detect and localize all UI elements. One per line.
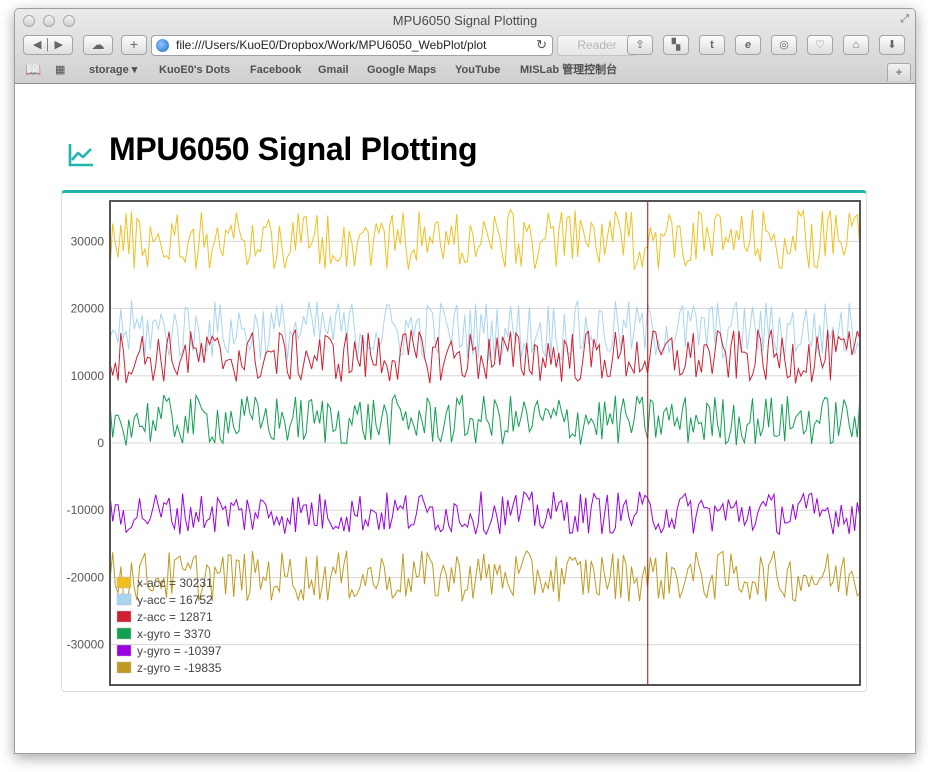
browser-toolbar: MPU6050 Signal Plotting ⤢ ◀ │ ▶ ☁ + file… xyxy=(15,9,915,84)
share-button[interactable]: ⇪ xyxy=(627,35,653,55)
series-line-z-gyro xyxy=(109,549,861,602)
back-arrow-icon[interactable]: ◀ xyxy=(33,39,41,51)
y-tick-label: 30000 xyxy=(71,234,105,248)
legend-swatch-x-gyro xyxy=(116,627,132,640)
bookmark-gmail[interactable]: Gmail xyxy=(318,61,349,79)
bookmark-google-maps[interactable]: Google Maps xyxy=(367,61,436,79)
reload-icon[interactable]: ↻ xyxy=(536,37,547,53)
y-tick-label: -10000 xyxy=(67,503,105,517)
bookmark-youtube[interactable]: YouTube xyxy=(455,61,500,79)
page-content: MPU6050 Signal Plotting 30000 20000 10000 0… xyxy=(15,84,915,753)
icloud-button[interactable]: ☁ xyxy=(83,35,113,55)
y-tick-label: 0 xyxy=(97,436,104,450)
bookmark-mislab[interactable]: MISLab 管理控制台 xyxy=(520,61,617,79)
extension-button-1[interactable]: ▚ xyxy=(663,35,689,55)
reader-button[interactable]: Reader xyxy=(557,35,637,56)
pocket-icon: ♡ xyxy=(815,39,825,51)
url-text[interactable]: file:///Users/KuoE0/Dropbox/Work/MPU6050… xyxy=(176,38,528,52)
y-tick-label: -30000 xyxy=(67,638,105,652)
legend-label-y-gyro: y-gyro = -10397 xyxy=(137,644,222,658)
reading-list-icon[interactable]: 📖 xyxy=(25,61,41,79)
bookmark-facebook[interactable]: Facebook xyxy=(250,61,301,79)
extension-button-5[interactable]: ♡ xyxy=(807,35,833,55)
legend-swatch-y-acc xyxy=(116,593,132,606)
bookmark-kuoe0-dots[interactable]: KuoE0's Dots xyxy=(159,61,230,79)
series-line-y-acc xyxy=(109,300,861,362)
line-chart-icon xyxy=(68,144,93,167)
legend-swatch-x-acc xyxy=(116,576,132,589)
address-bar[interactable]: file:///Users/KuoE0/Dropbox/Work/MPU6050… xyxy=(151,35,553,56)
top-sites-grid-icon[interactable]: ▦ xyxy=(55,61,65,79)
series-line-x-gyro xyxy=(109,393,861,446)
legend-swatch-z-acc xyxy=(116,610,132,623)
download-icon: ⬇ xyxy=(887,39,897,51)
legend-label-x-acc: x-acc = 30231 xyxy=(137,576,213,590)
cloud-icon: ☁ xyxy=(91,37,105,52)
fullscreen-icon[interactable]: ⤢ xyxy=(900,13,909,26)
y-tick-label: 10000 xyxy=(71,369,105,383)
series-line-x-acc xyxy=(109,208,861,272)
tumblr-icon: t xyxy=(710,39,714,51)
keyboard-icon: ⌂ xyxy=(852,39,860,51)
legend-swatch-y-gyro xyxy=(116,644,132,657)
globe-icon xyxy=(156,39,169,52)
bookmark-storage[interactable]: storage ▾ xyxy=(89,61,137,79)
legend-label-y-acc: y-acc = 16752 xyxy=(137,593,213,607)
browser-window: MPU6050 Signal Plotting ⤢ ◀ │ ▶ ☁ + file… xyxy=(14,8,916,754)
extension-button-6[interactable]: ⌂ xyxy=(843,35,869,55)
extension-button-4[interactable]: ◎ xyxy=(771,35,797,55)
ie-icon: e xyxy=(744,39,752,51)
window-title: MPU6050 Signal Plotting xyxy=(392,13,538,28)
y-tick-label: 20000 xyxy=(71,302,105,316)
add-bookmark-button[interactable]: + xyxy=(121,35,147,55)
legend-label-z-acc: z-acc = 12871 xyxy=(137,610,213,624)
forward-arrow-icon[interactable]: ▶ xyxy=(55,39,63,51)
legend-label-z-gyro: z-gyro = -19835 xyxy=(137,661,222,675)
extension-button-3[interactable]: e xyxy=(735,35,761,55)
legend-swatch-z-gyro xyxy=(116,661,132,674)
plot-panel: 30000 20000 10000 0 -10000 -20000 -30000 x-acc … xyxy=(61,190,867,692)
back-forward-buttons[interactable]: ◀ │ ▶ xyxy=(23,35,73,55)
page-title: MPU6050 Signal Plotting xyxy=(109,131,478,167)
y-tick-label: -20000 xyxy=(67,570,105,584)
blocks-icon: ▚ xyxy=(671,39,681,51)
extension-button-2[interactable]: t xyxy=(699,35,725,55)
downloads-button[interactable]: ⬇ xyxy=(879,35,905,55)
target-icon: ◎ xyxy=(779,39,789,51)
share-icon: ⇪ xyxy=(635,39,645,51)
legend-label-x-gyro: x-gyro = 3370 xyxy=(137,627,211,641)
signal-plot[interactable]: 30000 20000 10000 0 -10000 -20000 -30000 x-acc … xyxy=(62,193,866,690)
plus-icon: + xyxy=(129,36,139,52)
new-tab-button[interactable]: + xyxy=(887,63,911,81)
series-line-y-gyro xyxy=(109,490,861,536)
